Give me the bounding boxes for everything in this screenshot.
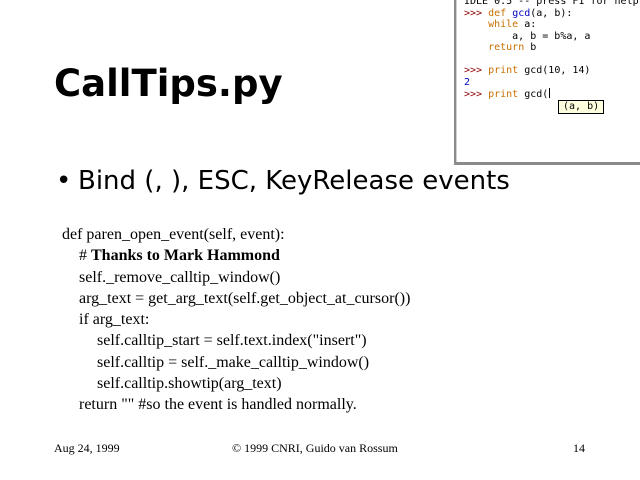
shell-token: print	[488, 89, 519, 100]
shell-token: return	[488, 42, 525, 53]
code-line: if arg_text:	[62, 309, 410, 330]
code-line: def paren_open_event(self, event):	[62, 224, 410, 245]
shell-token: 2	[464, 76, 471, 88]
shell-token: b	[524, 42, 537, 53]
shell-token: gcd(	[518, 89, 549, 100]
idle-shell-window: IDLE 0.5 -- press F1 for help >>> def gcd…	[454, 0, 640, 165]
shell-line: 2	[464, 77, 639, 89]
code-text: if arg_text:	[79, 311, 150, 329]
code-line: self.calltip = self._make_calltip_window…	[62, 352, 410, 373]
code-line: return "" #so the event is handled norma…	[62, 394, 410, 415]
code-line: self.calltip.showtip(arg_text)	[62, 373, 410, 394]
code-block: def paren_open_event(self, event): # Than…	[62, 224, 410, 416]
bullet-text: Bind (, ), ESC, KeyRelease events	[78, 166, 510, 196]
shell-token: a:	[518, 19, 537, 30]
code-comment-bold: Thanks to Mark Hammond	[91, 247, 280, 265]
text-cursor	[549, 88, 551, 98]
bullet-icon: •	[56, 166, 72, 196]
code-line: # Thanks to Mark Hammond	[62, 245, 410, 266]
shell-token: while	[488, 19, 519, 30]
shell-line: >>> print gcd(	[464, 88, 639, 100]
footer-copyright: © 1999 CNRI, Guido van Rossum	[232, 441, 398, 455]
code-text: self._remove_calltip_window()	[79, 268, 281, 286]
code-text: arg_text = get_arg_text(self.get_object_…	[79, 289, 411, 307]
shell-token: (a, b):	[530, 7, 573, 19]
shell-token: gcd(10, 14)	[518, 65, 591, 76]
page-number: 14	[573, 441, 585, 455]
shell-line: >>> def gcd(a, b):	[464, 8, 639, 20]
shell-text: IDLE 0.5 -- press F1 for help >>> def gcd…	[464, 0, 639, 100]
shell-line: a, b = b%a, a	[464, 31, 639, 43]
footer-date: Aug 24, 1999	[54, 441, 120, 455]
shell-token: a, b = b%a, a	[464, 30, 591, 42]
shell-token: IDLE 0.5 -- press F1 for help	[464, 0, 639, 7]
calltip-popup: (a, b)	[558, 100, 605, 114]
shell-line: return b	[464, 42, 639, 54]
shell-token	[464, 42, 488, 53]
bullet-item: • Bind (, ), ESC, KeyRelease events	[56, 164, 510, 198]
code-line: self._remove_calltip_window()	[62, 267, 410, 288]
code-line: arg_text = get_arg_text(self.get_object_…	[62, 288, 410, 309]
shell-token: >>>	[464, 89, 489, 100]
shell-token	[464, 19, 488, 30]
code-line: self.calltip_start = self.text.index("in…	[62, 330, 410, 351]
code-text: return "" #so the event is handled norma…	[79, 396, 357, 414]
shell-line: IDLE 0.5 -- press F1 for help	[464, 0, 639, 8]
slide-title: CallTips.py	[54, 62, 283, 105]
shell-token: >>>	[464, 7, 489, 19]
shell-line: while a:	[464, 19, 639, 31]
code-text: self.calltip.showtip(arg_text)	[97, 375, 282, 393]
shell-token: def	[488, 7, 513, 19]
code-text: def paren_open_event(self, event):	[62, 226, 285, 243]
code-text: self.calltip_start = self.text.index("in…	[97, 332, 367, 350]
code-text: #	[79, 247, 91, 265]
shell-line: >>> print gcd(10, 14)	[464, 65, 639, 77]
shell-token: print	[488, 65, 519, 76]
shell-token: >>>	[464, 65, 489, 76]
code-text: self.calltip = self._make_calltip_window…	[97, 353, 370, 371]
shell-token: gcd	[512, 7, 531, 19]
